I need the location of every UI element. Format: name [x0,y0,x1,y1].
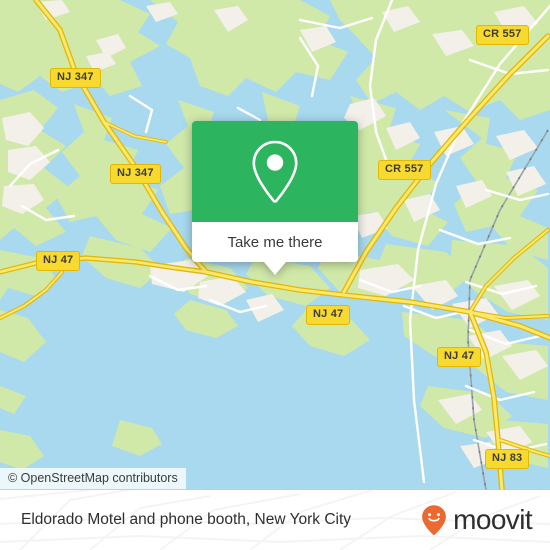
road-shield-cr-557-north[interactable]: CR 557 [476,25,529,45]
road-shield-nj-47-west[interactable]: NJ 47 [36,251,81,271]
location-popup[interactable]: Take me there [192,121,358,275]
page-footer: Eldorado Motel and phone booth, New York… [0,490,550,550]
popup-header [192,121,358,222]
popup-action-bar[interactable]: Take me there [192,222,358,275]
moovit-wordmark: moovit [453,504,532,535]
road-shield-nj-83[interactable]: NJ 83 [485,449,530,469]
map-canvas[interactable]: CR 557 NJ 347 NJ 347 CR 557 NJ 47 NJ 47 … [0,0,550,490]
moovit-brand[interactable]: moovit [417,503,533,537]
moovit-smiley-pin-icon [422,505,447,535]
road-shield-nj-47-center[interactable]: NJ 47 [306,305,351,325]
map-pin-icon [252,140,298,203]
road-shield-nj-347-mid[interactable]: NJ 347 [110,164,161,184]
popup-tail-pointer [264,262,286,275]
take-me-there-label: Take me there [227,233,323,251]
road-shield-cr-557-mid[interactable]: CR 557 [378,160,431,180]
osm-attribution[interactable]: © OpenStreetMap contributors [0,468,186,489]
road-shield-nj-47-east[interactable]: NJ 47 [437,347,482,367]
place-title: Eldorado Motel and phone booth, New York… [21,511,352,528]
map-page: CR 557 NJ 347 NJ 347 CR 557 NJ 47 NJ 47 … [0,0,550,550]
road-shield-nj-347-north[interactable]: NJ 347 [50,68,101,88]
